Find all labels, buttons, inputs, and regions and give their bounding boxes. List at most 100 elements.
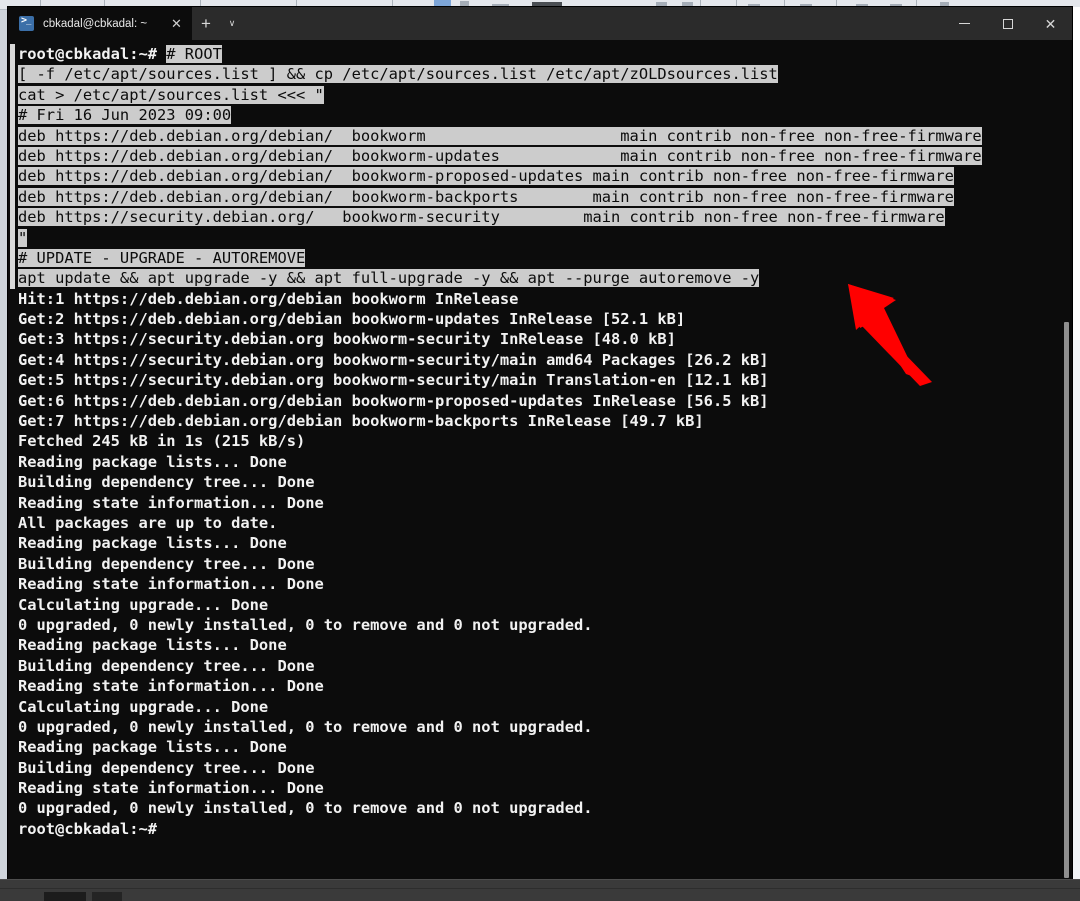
terminal-titlebar[interactable]: cbkadal@cbkadal: ~ ✕ + ∨ ✕ — [8, 7, 1072, 40]
close-tab-icon[interactable]: ✕ — [169, 16, 184, 31]
terminal-line: [ -f /etc/apt/sources.list ] && cp /etc/… — [18, 64, 1072, 84]
chevron-down-icon[interactable]: ∨ — [220, 7, 244, 40]
taskbar-item[interactable] — [44, 892, 86, 901]
terminal-line: Reading state information... Done — [18, 778, 1072, 798]
terminal-text-segment: Get:5 https://security.debian.org bookwo… — [18, 371, 769, 390]
background-tool-glyph — [492, 4, 509, 6]
terminal-text-segment: 0 upgraded, 0 newly installed, 0 to remo… — [18, 615, 593, 634]
terminal-text-segment: Reading state information... Done — [18, 493, 324, 512]
background-tool-glyph — [748, 4, 760, 6]
taskbar-separator — [0, 888, 1080, 889]
terminal-text-segment: Get:4 https://security.debian.org bookwo… — [18, 350, 769, 369]
terminal-line: # UPDATE - UPGRADE - AUTOREMOVE — [18, 248, 1072, 268]
taskbar-item[interactable] — [92, 892, 122, 901]
terminal-selected-text: # ROOT — [166, 45, 222, 63]
close-window-button[interactable]: ✕ — [1029, 7, 1072, 40]
terminal-line: Reading state information... Done — [18, 676, 1072, 696]
terminal-output-area[interactable]: root@cbkadal:~# # ROOT[ -f /etc/apt/sour… — [8, 40, 1072, 883]
terminal-line: # Fri 16 Jun 2023 09:00 — [18, 105, 1072, 125]
titlebar-drag-area[interactable] — [244, 7, 943, 40]
terminal-text-segment: Get:7 https://deb.debian.org/debian book… — [18, 412, 704, 431]
terminal-text-segment: Reading package lists... Done — [18, 636, 287, 655]
terminal-text-segment: Building dependency tree... Done — [18, 656, 315, 675]
new-tab-button[interactable]: + — [192, 7, 220, 40]
terminal-line: deb https://deb.debian.org/debian/ bookw… — [18, 187, 1072, 207]
terminal-line: Building dependency tree... Done — [18, 554, 1072, 574]
background-document-edge-shade — [1072, 340, 1080, 885]
terminal-text-segment: Reading package lists... Done — [18, 534, 287, 553]
terminal-text: root@cbkadal:~# # ROOT[ -f /etc/apt/sour… — [18, 44, 1072, 839]
terminal-line: Get:6 https://deb.debian.org/debian book… — [18, 391, 1072, 411]
terminal-selected-text: [ -f /etc/apt/sources.list ] && cp /etc/… — [18, 65, 778, 84]
terminal-line: deb https://deb.debian.org/debian/ bookw… — [18, 166, 1072, 186]
terminal-text-segment: root@cbkadal:~# — [18, 819, 157, 838]
selection-gutter — [10, 44, 15, 289]
terminal-text-segment: Building dependency tree... Done — [18, 473, 315, 492]
terminal-line: Reading state information... Done — [18, 493, 1072, 513]
terminal-text-segment: Fetched 245 kB in 1s (215 kB/s) — [18, 432, 306, 451]
terminal-scrollbar-track[interactable] — [1060, 40, 1072, 883]
terminal-text-segment: Hit:1 https://deb.debian.org/debian book… — [18, 289, 519, 308]
terminal-line: deb https://security.debian.org/ bookwor… — [18, 207, 1072, 227]
terminal-line: Calculating upgrade... Done — [18, 697, 1072, 717]
terminal-line: Get:4 https://security.debian.org bookwo… — [18, 350, 1072, 370]
terminal-line: Calculating upgrade... Done — [18, 595, 1072, 615]
terminal-line: root@cbkadal:~# — [18, 819, 1072, 839]
terminal-line: Reading package lists... Done — [18, 737, 1072, 757]
background-tool-glyph — [890, 4, 902, 6]
terminal-line: Reading state information... Done — [18, 574, 1072, 594]
background-tool-glyph — [800, 4, 812, 6]
terminal-text-segment: Get:2 https://deb.debian.org/debian book… — [18, 310, 686, 329]
minimize-icon — [959, 23, 970, 24]
terminal-line: root@cbkadal:~# # ROOT — [18, 44, 1072, 64]
terminal-text-segment: Calculating upgrade... Done — [18, 595, 269, 614]
terminal-selected-text: cat > /etc/apt/sources.list <<< " — [18, 85, 324, 104]
terminal-line: Reading package lists... Done — [18, 452, 1072, 472]
terminal-line: All packages are up to date. — [18, 513, 1072, 533]
terminal-line: Get:5 https://security.debian.org bookwo… — [18, 370, 1072, 390]
terminal-text-segment: Reading state information... Done — [18, 677, 324, 696]
terminal-line: Hit:1 https://deb.debian.org/debian book… — [18, 289, 1072, 309]
terminal-line: Get:3 https://security.debian.org bookwo… — [18, 329, 1072, 349]
terminal-line: cat > /etc/apt/sources.list <<< " — [18, 85, 1072, 105]
terminal-selected-text: deb https://deb.debian.org/debian/ bookw… — [18, 167, 954, 186]
terminal-line: apt update && apt upgrade -y && apt full… — [18, 268, 1072, 288]
terminal-line: Reading package lists... Done — [18, 635, 1072, 655]
terminal-line: 0 upgraded, 0 newly installed, 0 to remo… — [18, 615, 1072, 635]
terminal-text-segment: Building dependency tree... Done — [18, 554, 315, 573]
terminal-text-segment: Reading state information... Done — [18, 575, 324, 594]
terminal-text-segment: Building dependency tree... Done — [18, 758, 315, 777]
terminal-line: Fetched 245 kB in 1s (215 kB/s) — [18, 431, 1072, 451]
terminal-selected-text: deb https://deb.debian.org/debian/ bookw… — [18, 187, 954, 206]
terminal-text-segment: root@cbkadal:~# — [18, 45, 167, 63]
terminal-text-segment: Reading package lists... Done — [18, 452, 287, 471]
terminal-text-segment: All packages are up to date. — [18, 513, 278, 532]
terminal-line: Reading package lists... Done — [18, 533, 1072, 553]
terminal-line: Get:2 https://deb.debian.org/debian book… — [18, 309, 1072, 329]
terminal-tab-active[interactable]: cbkadal@cbkadal: ~ ✕ — [8, 7, 192, 40]
close-icon: ✕ — [1044, 15, 1057, 32]
terminal-text-segment: Calculating upgrade... Done — [18, 697, 269, 716]
terminal-line: Building dependency tree... Done — [18, 758, 1072, 778]
terminal-text-segment: 0 upgraded, 0 newly installed, 0 to remo… — [18, 717, 593, 736]
minimize-button[interactable] — [943, 7, 986, 40]
terminal-scrollbar-thumb[interactable] — [1064, 322, 1069, 878]
maximize-button[interactable] — [986, 7, 1029, 40]
terminal-window: cbkadal@cbkadal: ~ ✕ + ∨ ✕ root@cbkadal:… — [8, 7, 1072, 883]
terminal-selected-text: apt update && apt upgrade -y && apt full… — [18, 269, 760, 288]
terminal-line: " — [18, 228, 1072, 248]
terminal-text-segment: Get:3 https://security.debian.org bookwo… — [18, 330, 676, 349]
taskbar[interactable] — [0, 879, 1080, 901]
terminal-line: deb https://deb.debian.org/debian/ bookw… — [18, 126, 1072, 146]
terminal-line: Get:7 https://deb.debian.org/debian book… — [18, 411, 1072, 431]
background-tool-glyph — [856, 4, 868, 6]
terminal-icon — [19, 16, 34, 31]
terminal-selected-text: deb https://deb.debian.org/debian/ bookw… — [18, 146, 982, 165]
terminal-selected-text: deb https://security.debian.org/ bookwor… — [18, 208, 945, 227]
terminal-text-segment: Get:6 https://deb.debian.org/debian book… — [18, 391, 769, 410]
terminal-line: 0 upgraded, 0 newly installed, 0 to remo… — [18, 798, 1072, 818]
terminal-line: deb https://deb.debian.org/debian/ bookw… — [18, 146, 1072, 166]
terminal-text-segment: Reading package lists... Done — [18, 738, 287, 757]
terminal-selected-text: # Fri 16 Jun 2023 09:00 — [18, 106, 232, 125]
terminal-line: Building dependency tree... Done — [18, 656, 1072, 676]
